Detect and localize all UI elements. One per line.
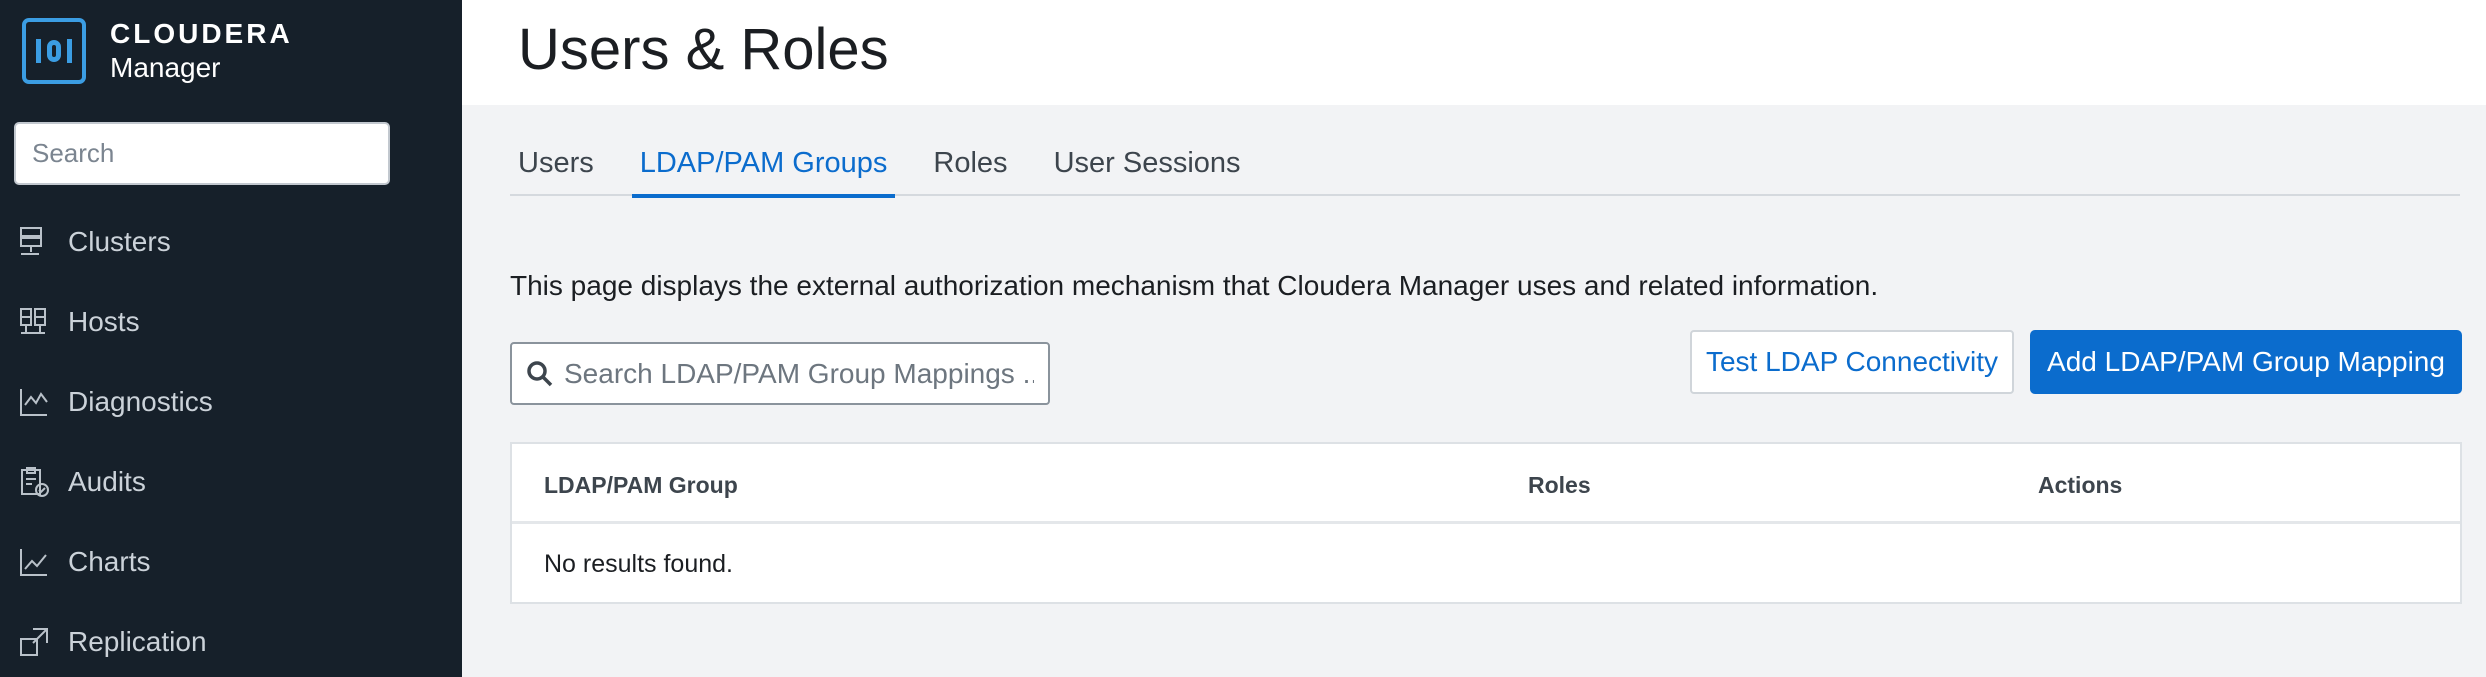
sidebar-item-hosts[interactable]: Hosts: [0, 282, 462, 362]
charts-icon: [16, 544, 52, 580]
group-mapping-search-input[interactable]: [564, 357, 1034, 390]
brand-product: Manager: [110, 52, 221, 83]
column-header-roles[interactable]: Roles: [1528, 472, 1591, 499]
page-header: Users & Roles: [462, 0, 2486, 105]
tab-ldap-pam-groups[interactable]: LDAP/PAM Groups: [631, 130, 896, 198]
empty-message: No results found.: [544, 550, 733, 578]
group-mapping-search: [510, 342, 1050, 405]
clusters-icon: [16, 224, 52, 260]
brand-text: CLOUDERA Manager: [110, 20, 293, 82]
sidebar-search-input[interactable]: [14, 122, 390, 185]
column-header-actions: Actions: [2038, 472, 2123, 498]
sidebar-nav: Clusters Hosts Diagnostics Audits Charts: [0, 202, 462, 677]
page-description: This page displays the external authoriz…: [510, 270, 1879, 301]
hosts-icon: [16, 304, 52, 340]
sidebar-item-label: Diagnostics: [68, 386, 213, 417]
cloudera-logo-icon: [22, 18, 86, 84]
sidebar-item-diagnostics[interactable]: Diagnostics: [0, 362, 462, 442]
sidebar-item-label: Audits: [68, 466, 146, 497]
search-icon: [527, 360, 553, 386]
sidebar-item-label: Hosts: [68, 306, 140, 337]
sidebar-item-replication[interactable]: Replication: [0, 602, 462, 677]
tab-users[interactable]: Users: [510, 130, 602, 196]
replication-icon: [16, 624, 52, 660]
page-title: Users & Roles: [518, 17, 889, 82]
brand-company: CLOUDERA: [110, 18, 293, 49]
sidebar-item-label: Clusters: [68, 226, 171, 257]
sidebar-item-label: Charts: [68, 546, 151, 577]
sidebar-item-charts[interactable]: Charts: [0, 522, 462, 602]
tab-user-sessions[interactable]: User Sessions: [1046, 130, 1249, 196]
sidebar-item-label: Replication: [68, 626, 207, 657]
tab-bar: Users LDAP/PAM Groups Roles User Session…: [510, 130, 2460, 198]
audits-icon: [16, 464, 52, 500]
column-header-ldap-pam-group[interactable]: LDAP/PAM Group: [544, 472, 738, 499]
diagnostics-icon: [16, 384, 52, 420]
table-header: LDAP/PAM Group Roles Actions: [512, 444, 2460, 524]
table-row: No results found.: [512, 524, 2460, 602]
sidebar-item-clusters[interactable]: Clusters: [0, 202, 462, 282]
brand-logo-link[interactable]: CLOUDERA Manager: [22, 16, 293, 86]
tab-roles[interactable]: Roles: [925, 130, 1015, 196]
sidebar: CLOUDERA Manager Clusters Hosts Diagnost…: [0, 0, 462, 677]
test-ldap-connectivity-button[interactable]: Test LDAP Connectivity: [1690, 330, 2014, 394]
sidebar-item-audits[interactable]: Audits: [0, 442, 462, 522]
add-group-mapping-button[interactable]: Add LDAP/PAM Group Mapping: [2030, 330, 2462, 394]
group-mappings-table: LDAP/PAM Group Roles Actions No results …: [510, 442, 2462, 604]
